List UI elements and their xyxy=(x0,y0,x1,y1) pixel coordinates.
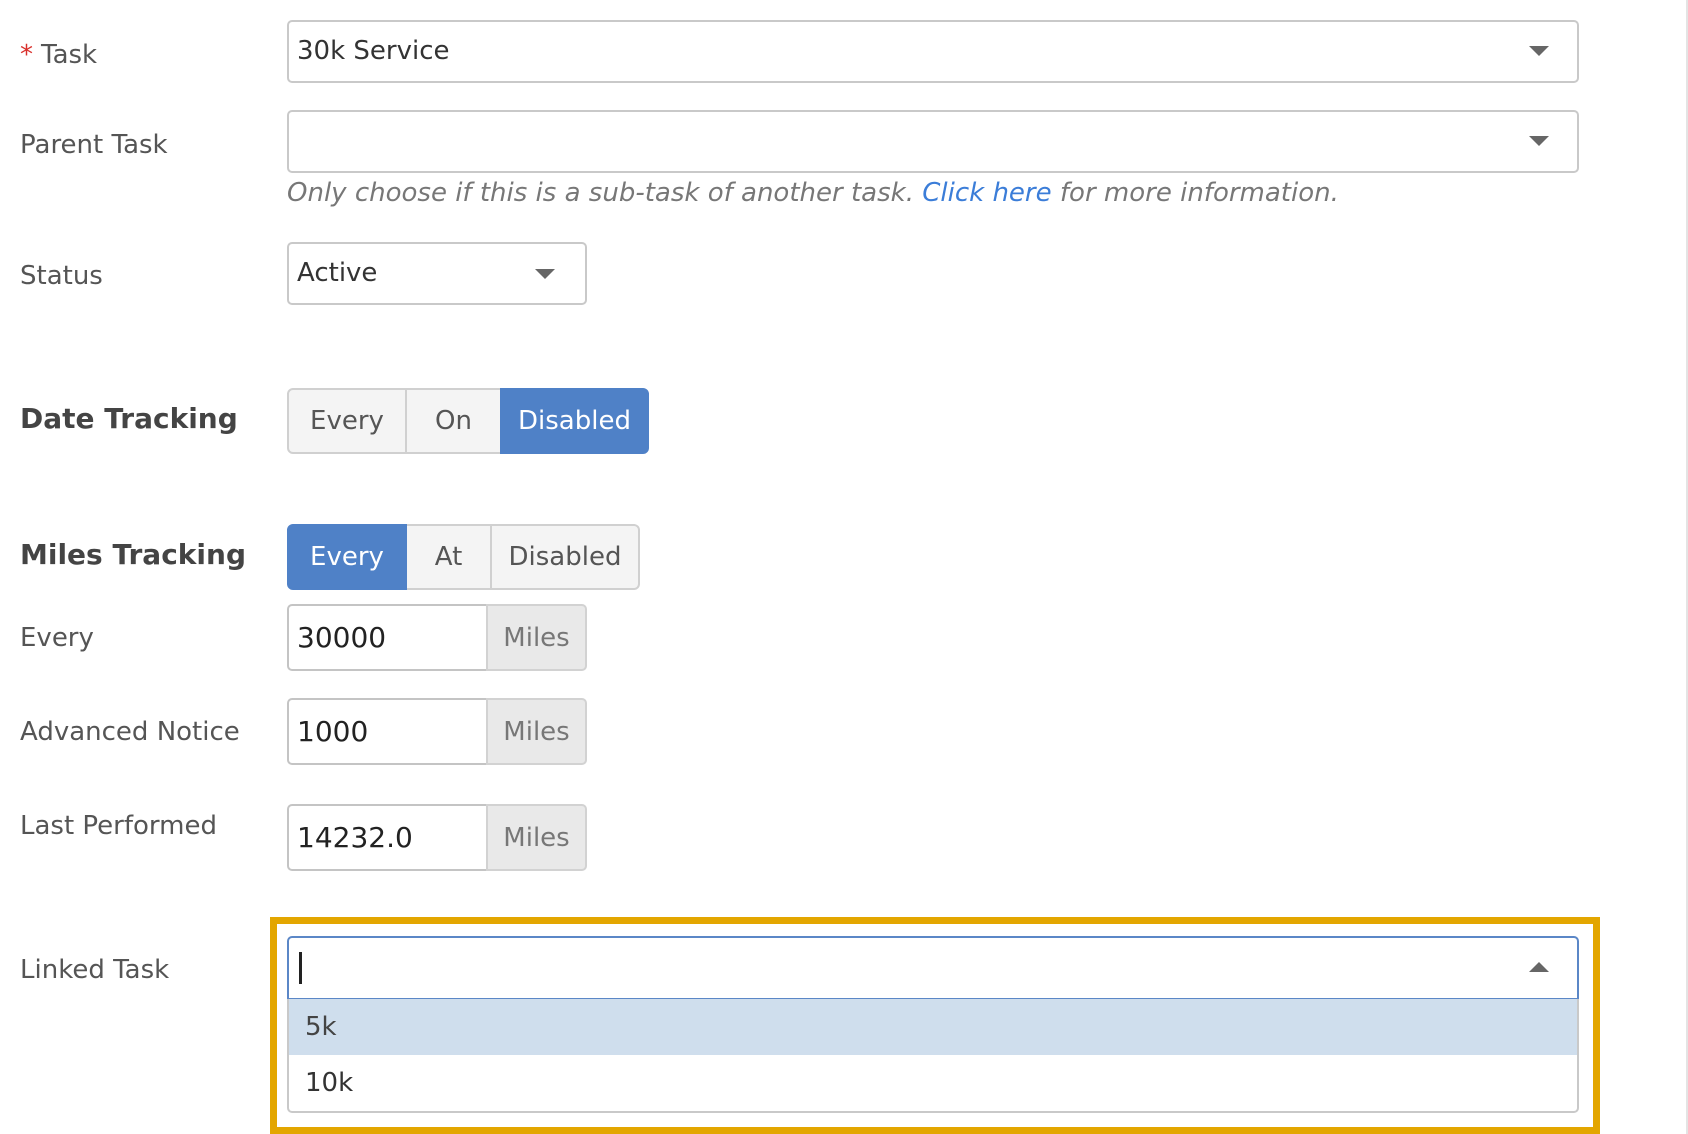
every-label: Every xyxy=(20,623,94,653)
advanced-notice-label: Advanced Notice xyxy=(20,717,240,747)
chevron-down-icon[interactable] xyxy=(1529,46,1549,56)
help-prefix: Only choose if this is a sub-task of ano… xyxy=(287,178,923,208)
last-performed-input[interactable]: 14232.0 xyxy=(287,804,488,871)
every-input[interactable]: 30000 xyxy=(287,604,488,671)
parent-task-label: Parent Task xyxy=(20,130,168,160)
parent-task-help-text: Only choose if this is a sub-task of ano… xyxy=(287,176,1339,210)
dropdown-option-10k[interactable]: 10k xyxy=(289,1055,1577,1111)
date-tracking-on-button[interactable]: On xyxy=(405,388,502,454)
linked-task-label: Linked Task xyxy=(20,955,170,985)
status-label: Status xyxy=(20,261,103,291)
date-tracking-toggle: Every On Disabled xyxy=(287,388,649,454)
help-link[interactable]: Click here xyxy=(922,178,1051,208)
linked-task-select[interactable] xyxy=(287,936,1579,1000)
task-select[interactable]: 30k Service xyxy=(287,20,1579,83)
advanced-notice-unit-addon: Miles xyxy=(486,698,587,765)
date-tracking-disabled-button[interactable]: Disabled xyxy=(500,388,649,454)
chevron-up-icon[interactable] xyxy=(1529,962,1549,972)
advanced-notice-input[interactable]: 1000 xyxy=(287,698,488,765)
task-label: * Task xyxy=(20,38,97,72)
dropdown-option-5k[interactable]: 5k xyxy=(289,999,1577,1055)
last-performed-label: Last Performed xyxy=(20,811,217,841)
miles-tracking-at-button[interactable]: At xyxy=(405,524,492,590)
date-tracking-every-button[interactable]: Every xyxy=(287,388,407,454)
status-select[interactable]: Active xyxy=(287,242,587,305)
date-tracking-label: Date Tracking xyxy=(20,402,238,435)
miles-tracking-every-button[interactable]: Every xyxy=(287,524,407,590)
text-cursor xyxy=(299,952,302,984)
every-unit-addon: Miles xyxy=(486,604,587,671)
required-mark: * xyxy=(20,40,33,70)
help-suffix: for more information. xyxy=(1051,178,1339,208)
parent-task-select[interactable] xyxy=(287,110,1579,173)
chevron-down-icon[interactable] xyxy=(1529,136,1549,146)
last-performed-unit-addon: Miles xyxy=(486,804,587,871)
status-select-value: Active xyxy=(297,258,378,288)
task-label-text: Task xyxy=(41,40,98,70)
miles-tracking-toggle: Every At Disabled xyxy=(287,524,640,590)
miles-tracking-label: Miles Tracking xyxy=(20,538,246,571)
linked-task-dropdown: 5k 10k xyxy=(287,999,1579,1113)
task-select-value: 30k Service xyxy=(297,36,450,66)
chevron-down-icon[interactable] xyxy=(535,269,555,279)
miles-tracking-disabled-button[interactable]: Disabled xyxy=(490,524,640,590)
